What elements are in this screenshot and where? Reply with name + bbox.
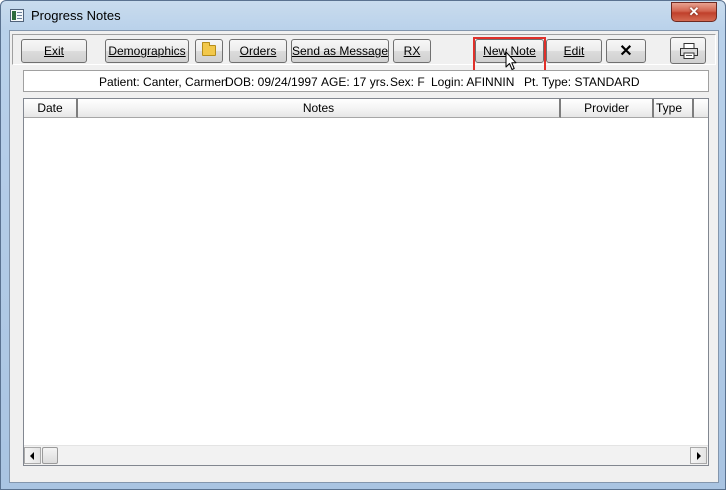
- app-window-icon: [10, 9, 24, 22]
- title-bar[interactable]: Progress Notes ✕: [1, 1, 725, 31]
- column-header-notes[interactable]: Notes: [78, 99, 561, 118]
- delete-icon: ✕: [619, 43, 633, 60]
- arrow-left-icon: [30, 452, 34, 460]
- send-as-message-button[interactable]: Send as Message: [291, 39, 389, 63]
- patient-dob: DOB: 09/24/1997: [225, 75, 318, 89]
- scroll-right-button[interactable]: [690, 447, 707, 464]
- scrollbar-thumb[interactable]: [42, 447, 58, 464]
- grid-header: Date Notes Provider Type: [24, 99, 708, 118]
- column-header-date[interactable]: Date: [24, 99, 78, 118]
- rx-button[interactable]: RX: [393, 39, 431, 63]
- patient-sex: Sex: F: [390, 75, 425, 89]
- client-area: Exit Demographics Orders Send as Message…: [9, 30, 719, 483]
- scroll-left-button[interactable]: [24, 447, 41, 464]
- folder-icon: [202, 42, 216, 56]
- patient-name: Patient: Canter, Carmen: [99, 75, 228, 89]
- arrow-right-icon: [697, 452, 701, 460]
- column-header-type[interactable]: Type: [654, 99, 694, 118]
- close-icon: ✕: [688, 4, 700, 19]
- patient-age: AGE: 17 yrs.: [321, 75, 390, 89]
- exit-button-label: Exit: [43, 44, 64, 58]
- orders-button[interactable]: Orders: [229, 39, 287, 63]
- user-login: Login: AFINNIN: [431, 75, 515, 89]
- progress-notes-window: Progress Notes ✕ Exit Demographics Order…: [0, 0, 726, 490]
- column-header-provider[interactable]: Provider: [561, 99, 654, 118]
- horizontal-scrollbar[interactable]: [24, 445, 708, 465]
- delete-button[interactable]: ✕: [606, 39, 646, 63]
- printer-icon: [680, 43, 698, 59]
- window-close-button[interactable]: ✕: [671, 2, 717, 22]
- demographics-button[interactable]: Demographics: [105, 39, 189, 63]
- orders-button-label: Orders: [239, 44, 277, 58]
- edit-button[interactable]: Edit: [546, 39, 602, 63]
- column-header-spacer: [694, 99, 708, 118]
- folder-button[interactable]: [195, 39, 223, 63]
- grid-body[interactable]: [24, 118, 708, 445]
- demographics-button-label: Demographics: [108, 44, 186, 58]
- rx-button-label: RX: [403, 44, 421, 58]
- edit-button-label: Edit: [563, 44, 585, 58]
- notes-grid[interactable]: Date Notes Provider Type: [23, 98, 709, 466]
- window-title: Progress Notes: [31, 8, 121, 23]
- exit-button[interactable]: Exit: [21, 39, 87, 63]
- patient-type: Pt. Type: STANDARD: [524, 75, 640, 89]
- patient-info-bar: Patient: Canter, Carmen DOB: 09/24/1997 …: [23, 70, 709, 92]
- mouse-pointer-icon: [505, 51, 517, 70]
- send-as-message-button-label: Send as Message: [291, 44, 389, 58]
- print-button[interactable]: [670, 37, 706, 64]
